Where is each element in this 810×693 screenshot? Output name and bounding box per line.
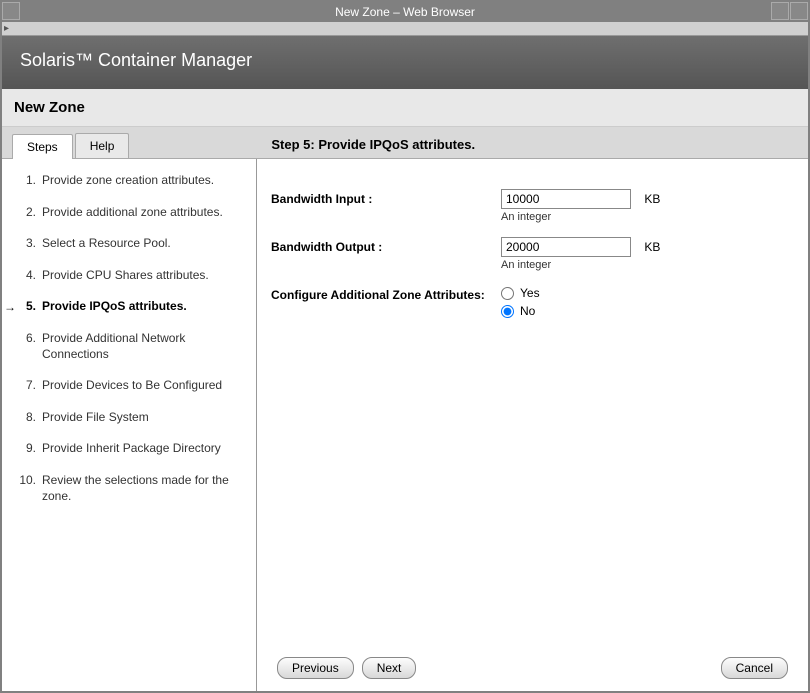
step-label: Provide File System [42, 410, 246, 426]
bandwidth-input-hint: An integer [501, 211, 786, 223]
configure-additional-label: Configure Additional Zone Attributes: [271, 285, 501, 302]
step-number: 8. [16, 410, 42, 424]
step-label: Provide CPU Shares attributes. [42, 268, 246, 284]
app-header: Solaris™ Container Manager [2, 36, 808, 89]
app-title: Solaris™ Container Manager [20, 50, 252, 70]
step-label: Provide IPQoS attributes. [42, 299, 246, 315]
step-label: Provide additional zone attributes. [42, 205, 246, 221]
step-label: Select a Resource Pool. [42, 236, 246, 252]
tab-steps[interactable]: Steps [12, 134, 73, 159]
configure-additional-yes-label: Yes [520, 286, 540, 300]
wizard-steps-sidebar: 1.Provide zone creation attributes.2.Pro… [2, 159, 257, 691]
step-heading: Step 5: Provide IPQoS attributes. [131, 137, 798, 158]
wizard-step[interactable]: 7.Provide Devices to Be Configured [16, 378, 246, 394]
tab-help[interactable]: Help [75, 133, 130, 158]
step-number: 10. [16, 473, 42, 487]
step-number: 9. [16, 441, 42, 455]
app-window: New Zone – Web Browser ▸ Solaris™ Contai… [0, 0, 810, 693]
window-title: New Zone – Web Browser [335, 5, 475, 19]
bandwidth-input-field[interactable] [501, 189, 631, 209]
bandwidth-output-hint: An integer [501, 259, 786, 271]
wizard-button-bar: Previous Next Cancel [257, 645, 808, 691]
configure-additional-no-option[interactable]: No [501, 304, 786, 318]
step-label: Provide zone creation attributes. [42, 173, 246, 189]
window-menu-icon[interactable] [2, 2, 20, 20]
bandwidth-output-unit: KB [644, 240, 660, 254]
step-number: 7. [16, 378, 42, 392]
step-number: 4. [16, 268, 42, 282]
configure-additional-no-label: No [520, 304, 535, 318]
wizard-step[interactable]: 5.→Provide IPQoS attributes. [16, 299, 246, 315]
wizard-step[interactable]: 10.Review the selections made for the zo… [16, 473, 246, 504]
maximize-icon[interactable] [790, 2, 808, 20]
wizard-step[interactable]: 4.Provide CPU Shares attributes. [16, 268, 246, 284]
previous-button[interactable]: Previous [277, 657, 354, 679]
wizard-step[interactable]: 1.Provide zone creation attributes. [16, 173, 246, 189]
wizard-step[interactable]: 3.Select a Resource Pool. [16, 236, 246, 252]
tab-row: Steps Help Step 5: Provide IPQoS attribu… [2, 127, 808, 159]
wizard-step[interactable]: 8.Provide File System [16, 410, 246, 426]
wizard-step[interactable]: 2.Provide additional zone attributes. [16, 205, 246, 221]
step-label: Provide Inherit Package Directory [42, 441, 246, 457]
next-button[interactable]: Next [362, 657, 417, 679]
cancel-button[interactable]: Cancel [721, 657, 788, 679]
step-number: 3. [16, 236, 42, 250]
page-title: New Zone [2, 89, 808, 127]
step-number: 1. [16, 173, 42, 187]
toolbar-stub: ▸ [2, 22, 808, 36]
step-number: 5.→ [16, 299, 42, 313]
configure-additional-yes-radio[interactable] [501, 287, 514, 300]
step-label: Review the selections made for the zone. [42, 473, 246, 504]
scroll-left-icon[interactable]: ▸ [4, 23, 16, 35]
step-label: Provide Additional Network Connections [42, 331, 246, 362]
configure-additional-yes-option[interactable]: Yes [501, 286, 786, 300]
configure-additional-no-radio[interactable] [501, 305, 514, 318]
wizard-step[interactable]: 6.Provide Additional Network Connections [16, 331, 246, 362]
wizard-step[interactable]: 9.Provide Inherit Package Directory [16, 441, 246, 457]
window-titlebar: New Zone – Web Browser [2, 2, 808, 22]
current-step-arrow-icon: → [4, 300, 16, 314]
bandwidth-input-label: Bandwidth Input : [271, 189, 501, 206]
bandwidth-output-label: Bandwidth Output : [271, 237, 501, 254]
form-area: Bandwidth Input : KB An integer Bandwidt… [257, 159, 808, 645]
step-label: Provide Devices to Be Configured [42, 378, 246, 394]
minimize-icon[interactable] [771, 2, 789, 20]
bandwidth-output-field[interactable] [501, 237, 631, 257]
step-number: 2. [16, 205, 42, 219]
step-number: 6. [16, 331, 42, 345]
bandwidth-input-unit: KB [644, 192, 660, 206]
